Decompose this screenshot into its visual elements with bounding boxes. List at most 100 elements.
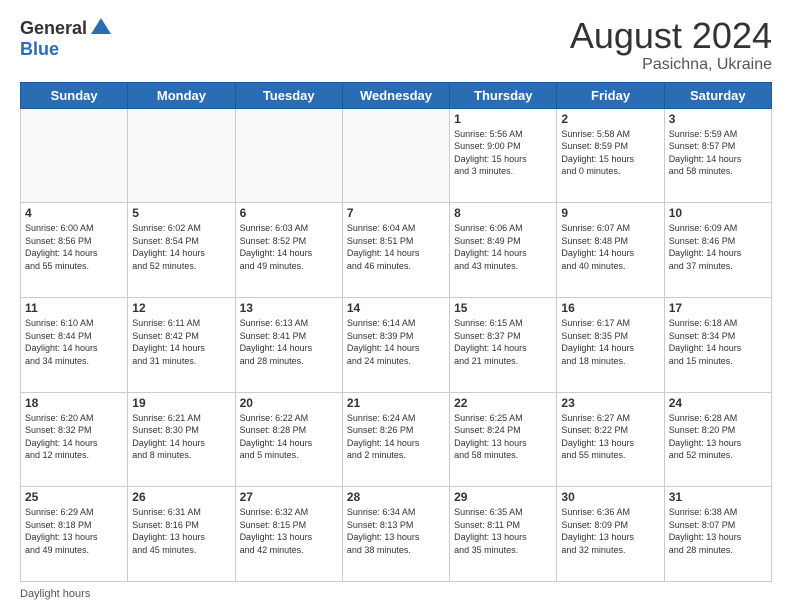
day-info: Sunrise: 6:11 AM Sunset: 8:42 PM Dayligh…	[132, 317, 230, 367]
day-info: Sunrise: 6:31 AM Sunset: 8:16 PM Dayligh…	[132, 506, 230, 556]
day-info: Sunrise: 6:27 AM Sunset: 8:22 PM Dayligh…	[561, 412, 659, 462]
day-number: 3	[669, 112, 767, 126]
calendar-cell	[342, 108, 449, 203]
calendar-cell: 3 Sunrise: 5:59 AM Sunset: 8:57 PM Daylig…	[664, 108, 771, 203]
day-number: 9	[561, 206, 659, 220]
calendar-header-saturday: Saturday	[664, 82, 771, 108]
day-info: Sunrise: 6:10 AM Sunset: 8:44 PM Dayligh…	[25, 317, 123, 367]
day-number: 7	[347, 206, 445, 220]
day-number: 23	[561, 396, 659, 410]
calendar-header-sunday: Sunday	[21, 82, 128, 108]
day-info: Sunrise: 6:17 AM Sunset: 8:35 PM Dayligh…	[561, 317, 659, 367]
daylight-label: Daylight hours	[20, 588, 90, 600]
day-number: 20	[240, 396, 338, 410]
day-number: 30	[561, 490, 659, 504]
day-number: 12	[132, 301, 230, 315]
day-info: Sunrise: 5:58 AM Sunset: 8:59 PM Dayligh…	[561, 128, 659, 178]
day-number: 2	[561, 112, 659, 126]
logo: General Blue	[20, 16, 113, 60]
day-number: 18	[25, 396, 123, 410]
calendar-header-friday: Friday	[557, 82, 664, 108]
day-info: Sunrise: 6:07 AM Sunset: 8:48 PM Dayligh…	[561, 222, 659, 272]
day-number: 14	[347, 301, 445, 315]
calendar-cell: 17Sunrise: 6:18 AM Sunset: 8:34 PM Dayli…	[664, 297, 771, 392]
header: General Blue August 2024 Pasichna, Ukrai…	[20, 16, 772, 74]
calendar-header-row: SundayMondayTuesdayWednesdayThursdayFrid…	[21, 82, 772, 108]
day-number: 17	[669, 301, 767, 315]
calendar-cell: 26 Sunrise: 6:31 AM Sunset: 8:16 PM Dayli…	[128, 487, 235, 582]
day-info: Sunrise: 6:32 AM Sunset: 8:15 PM Dayligh…	[240, 506, 338, 556]
day-number: 21	[347, 396, 445, 410]
calendar-cell: 14 Sunrise: 6:14 AM Sunset: 8:39 PM Dayli…	[342, 297, 449, 392]
calendar-cell: 6 Sunrise: 6:03 AM Sunset: 8:52 PM Daylig…	[235, 203, 342, 298]
day-info: Sunrise: 6:25 AM Sunset: 8:24 PM Dayligh…	[454, 412, 552, 462]
day-number: 16	[561, 301, 659, 315]
day-number: 25	[25, 490, 123, 504]
day-info: Sunrise: 6:38 AM Sunset: 8:07 PM Dayligh…	[669, 506, 767, 556]
day-info: Sunrise: 6:03 AM Sunset: 8:52 PM Dayligh…	[240, 222, 338, 272]
day-info: Sunrise: 6:20 AM Sunset: 8:32 PM Dayligh…	[25, 412, 123, 462]
location-title: Pasichna, Ukraine	[570, 56, 772, 74]
day-number: 11	[25, 301, 123, 315]
page: General Blue August 2024 Pasichna, Ukrai…	[0, 0, 792, 612]
day-number: 13	[240, 301, 338, 315]
calendar-cell: 10Sunrise: 6:09 AM Sunset: 8:46 PM Dayli…	[664, 203, 771, 298]
calendar-header-thursday: Thursday	[450, 82, 557, 108]
day-info: Sunrise: 6:15 AM Sunset: 8:37 PM Dayligh…	[454, 317, 552, 367]
calendar-cell: 13 Sunrise: 6:13 AM Sunset: 8:41 PM Dayli…	[235, 297, 342, 392]
day-info: Sunrise: 5:59 AM Sunset: 8:57 PM Dayligh…	[669, 128, 767, 178]
calendar-cell: 23 Sunrise: 6:27 AM Sunset: 8:22 PM Dayli…	[557, 392, 664, 487]
calendar-cell: 5 Sunrise: 6:02 AM Sunset: 8:54 PM Daylig…	[128, 203, 235, 298]
calendar-cell: 16 Sunrise: 6:17 AM Sunset: 8:35 PM Dayli…	[557, 297, 664, 392]
calendar-cell: 27 Sunrise: 6:32 AM Sunset: 8:15 PM Dayli…	[235, 487, 342, 582]
calendar-cell: 11 Sunrise: 6:10 AM Sunset: 8:44 PM Dayli…	[21, 297, 128, 392]
calendar-cell: 22 Sunrise: 6:25 AM Sunset: 8:24 PM Dayli…	[450, 392, 557, 487]
calendar-cell: 21 Sunrise: 6:24 AM Sunset: 8:26 PM Dayli…	[342, 392, 449, 487]
month-year-title: August 2024	[570, 16, 772, 56]
day-number: 22	[454, 396, 552, 410]
calendar-cell: 4 Sunrise: 6:00 AM Sunset: 8:56 PM Daylig…	[21, 203, 128, 298]
day-number: 15	[454, 301, 552, 315]
day-number: 5	[132, 206, 230, 220]
calendar-cell	[128, 108, 235, 203]
day-info: Sunrise: 6:00 AM Sunset: 8:56 PM Dayligh…	[25, 222, 123, 272]
logo-blue: Blue	[20, 39, 59, 59]
calendar-header-wednesday: Wednesday	[342, 82, 449, 108]
calendar-table: SundayMondayTuesdayWednesdayThursdayFrid…	[20, 82, 772, 582]
calendar-header-monday: Monday	[128, 82, 235, 108]
calendar-cell: 19Sunrise: 6:21 AM Sunset: 8:30 PM Dayli…	[128, 392, 235, 487]
day-info: Sunrise: 6:36 AM Sunset: 8:09 PM Dayligh…	[561, 506, 659, 556]
day-info: Sunrise: 6:02 AM Sunset: 8:54 PM Dayligh…	[132, 222, 230, 272]
day-number: 24	[669, 396, 767, 410]
day-number: 19	[132, 396, 230, 410]
day-info: Sunrise: 6:28 AM Sunset: 8:20 PM Dayligh…	[669, 412, 767, 462]
calendar-cell: 1Sunrise: 5:56 AM Sunset: 9:00 PM Daylig…	[450, 108, 557, 203]
calendar-cell: 2 Sunrise: 5:58 AM Sunset: 8:59 PM Daylig…	[557, 108, 664, 203]
day-number: 4	[25, 206, 123, 220]
calendar-cell: 31Sunrise: 6:38 AM Sunset: 8:07 PM Dayli…	[664, 487, 771, 582]
title-block: August 2024 Pasichna, Ukraine	[570, 16, 772, 74]
calendar-cell: 29Sunrise: 6:35 AM Sunset: 8:11 PM Dayli…	[450, 487, 557, 582]
calendar-cell: 18 Sunrise: 6:20 AM Sunset: 8:32 PM Dayli…	[21, 392, 128, 487]
calendar-cell	[21, 108, 128, 203]
day-number: 27	[240, 490, 338, 504]
day-number: 26	[132, 490, 230, 504]
calendar-cell: 24 Sunrise: 6:28 AM Sunset: 8:20 PM Dayli…	[664, 392, 771, 487]
logo-icon	[89, 16, 113, 40]
day-number: 6	[240, 206, 338, 220]
day-info: Sunrise: 6:09 AM Sunset: 8:46 PM Dayligh…	[669, 222, 767, 272]
calendar-week-2: 4 Sunrise: 6:00 AM Sunset: 8:56 PM Daylig…	[21, 203, 772, 298]
calendar-cell: 30 Sunrise: 6:36 AM Sunset: 8:09 PM Dayli…	[557, 487, 664, 582]
day-info: Sunrise: 6:35 AM Sunset: 8:11 PM Dayligh…	[454, 506, 552, 556]
day-number: 28	[347, 490, 445, 504]
day-info: Sunrise: 6:14 AM Sunset: 8:39 PM Dayligh…	[347, 317, 445, 367]
calendar-week-5: 25Sunrise: 6:29 AM Sunset: 8:18 PM Dayli…	[21, 487, 772, 582]
day-number: 1	[454, 112, 552, 126]
logo-general: General	[20, 19, 87, 37]
calendar-week-3: 11 Sunrise: 6:10 AM Sunset: 8:44 PM Dayli…	[21, 297, 772, 392]
day-info: Sunrise: 6:13 AM Sunset: 8:41 PM Dayligh…	[240, 317, 338, 367]
calendar-week-4: 18 Sunrise: 6:20 AM Sunset: 8:32 PM Dayli…	[21, 392, 772, 487]
footer: Daylight hours	[20, 588, 772, 600]
day-info: Sunrise: 6:24 AM Sunset: 8:26 PM Dayligh…	[347, 412, 445, 462]
calendar-cell: 20Sunrise: 6:22 AM Sunset: 8:28 PM Dayli…	[235, 392, 342, 487]
